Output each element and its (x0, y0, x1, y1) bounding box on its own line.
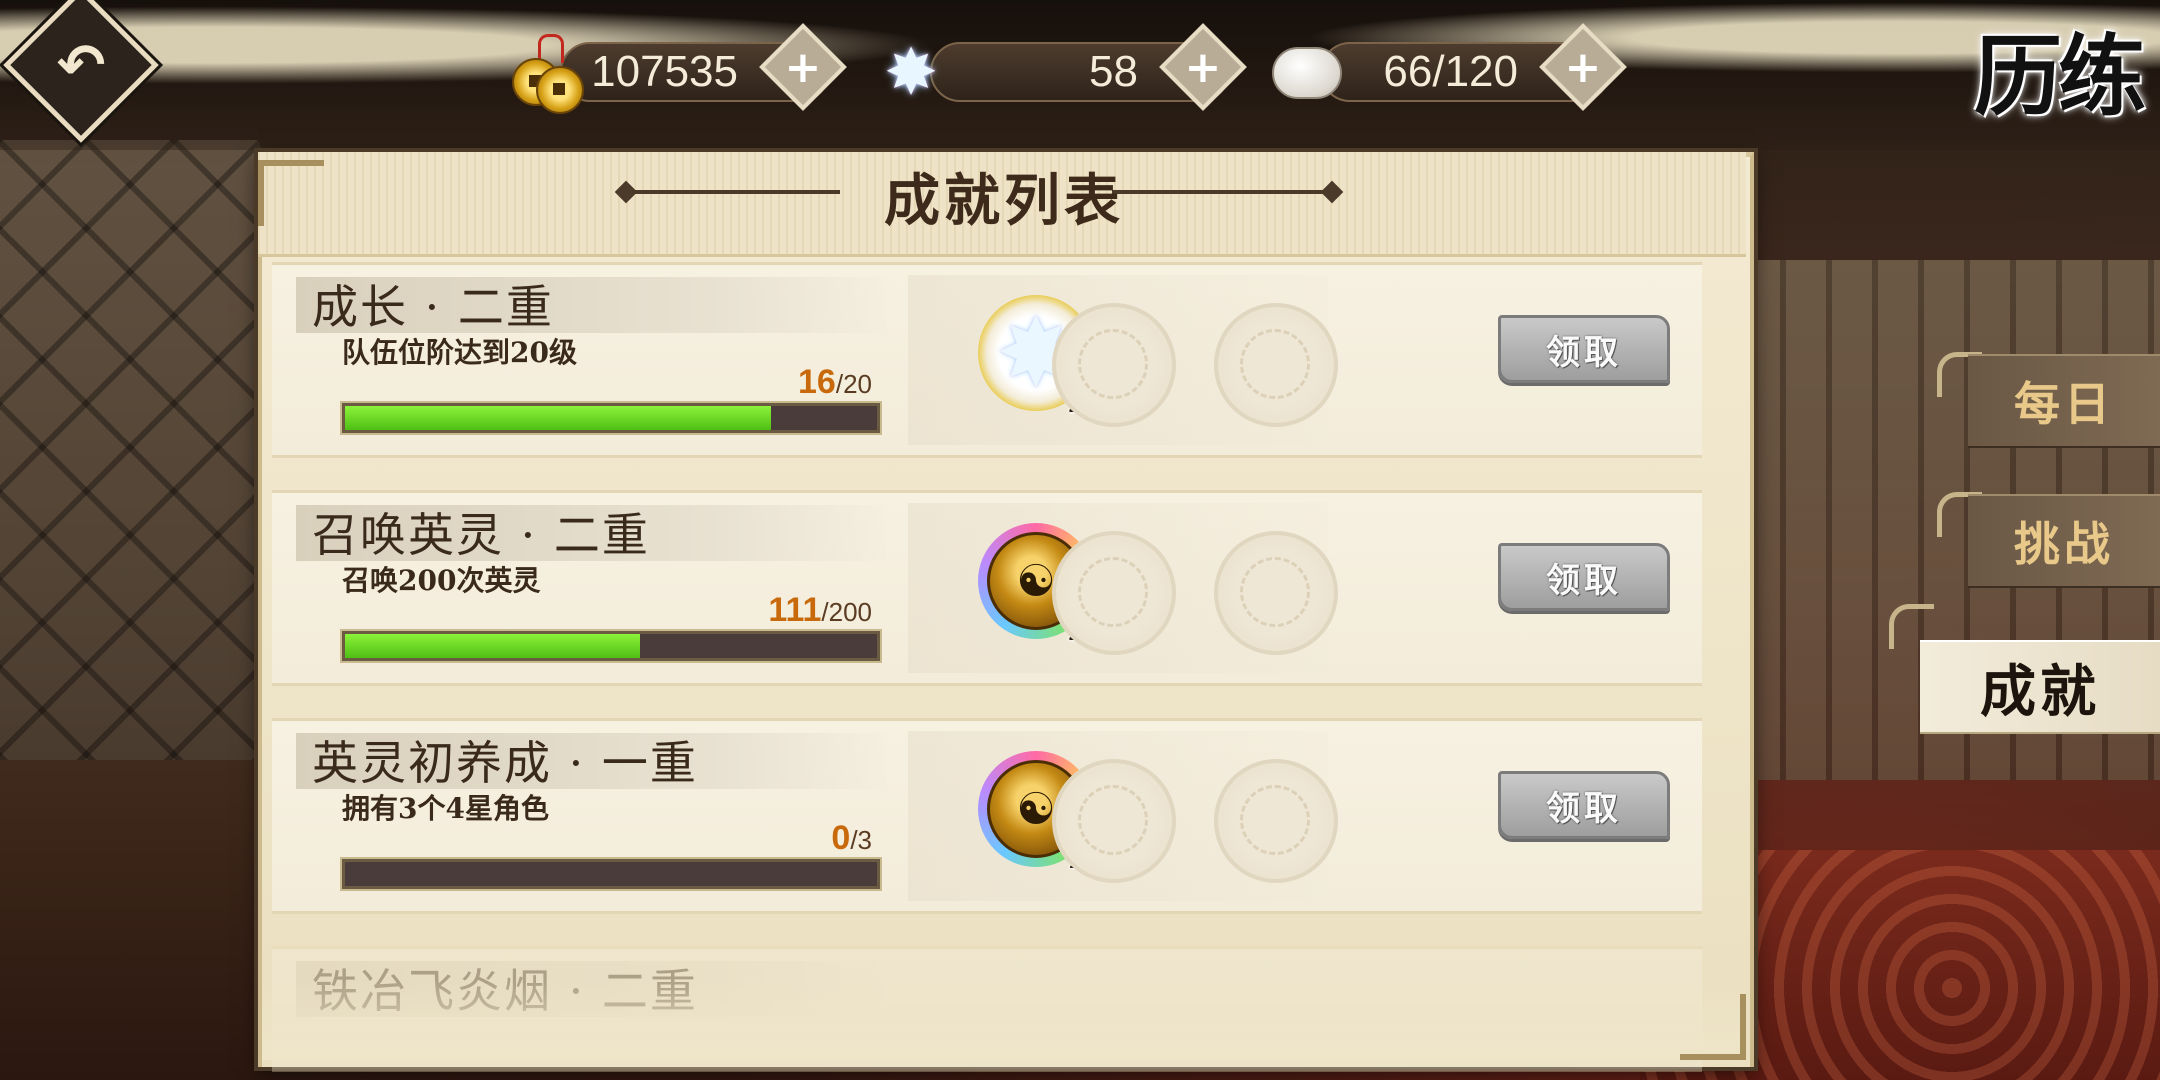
achievement-name: 召唤英灵 · 二重 (312, 508, 650, 562)
reward-slots: ✸ 20 (908, 275, 1338, 445)
coin-currency-bar: 107535 + (560, 23, 847, 111)
progress-max: /200 (821, 597, 872, 627)
progress-current: 111 (768, 591, 822, 629)
achievement-row: 英灵初养成 · 一重 拥有3个4星角色 0/3 ☯ 1 领取 (272, 718, 1702, 914)
page-title: 历练 (1973, 24, 2146, 128)
stamina-currency-bar: 66/120 + (1320, 23, 1627, 111)
reward-slots: ☯ 2 (908, 503, 1338, 673)
scroll-fade (262, 980, 1742, 1060)
empty-reward-slot (1214, 531, 1338, 655)
plus-icon: + (1564, 41, 1602, 93)
progress-bar (342, 403, 880, 433)
progress-fill (345, 406, 771, 430)
reward-slots: ☯ 1 (908, 731, 1338, 901)
progress-max: /3 (850, 825, 872, 855)
claim-button[interactable]: 领取 (1498, 543, 1670, 611)
progress-text: 16/20 (798, 363, 872, 402)
steamed-bun-icon (1268, 34, 1346, 112)
achievement-name: 英灵初养成 · 一重 (312, 736, 698, 790)
achievement-row: 成长 · 二重 队伍位阶达到20级 16/20 ✸ 20 领取 (272, 262, 1702, 458)
star-crystal-icon: ✸ (884, 36, 938, 110)
panel-corner-ornament (1680, 994, 1746, 1060)
progress-max: /20 (835, 369, 872, 399)
achievement-desc: 拥有3个4星角色 (342, 792, 549, 825)
achievement-desc: 召唤200次英灵 (342, 564, 541, 597)
back-arrow-icon: ↶ (56, 30, 106, 99)
plus-icon: + (784, 41, 822, 93)
progress-fill (345, 634, 641, 658)
progress-bar (342, 631, 880, 661)
progress-current: 16 (798, 363, 836, 401)
achievement-desc: 队伍位阶达到20级 (342, 336, 577, 369)
empty-reward-slot (1052, 531, 1176, 655)
empty-reward-slot (1052, 759, 1176, 883)
empty-reward-slot (1052, 303, 1176, 427)
claim-button[interactable]: 领取 (1498, 315, 1670, 383)
claim-button[interactable]: 领取 (1498, 771, 1670, 839)
panel-title: 成就列表 (884, 168, 1124, 234)
empty-reward-slot (1214, 759, 1338, 883)
coin-icon (508, 34, 586, 114)
progress-text: 0/3 (831, 819, 872, 858)
progress-current: 0 (831, 819, 851, 857)
achievement-row: 召唤英灵 · 二重 召唤200次英灵 111/200 ☯ 2 领取 (272, 490, 1702, 686)
tab-achievement[interactable]: 成就 (1920, 640, 2160, 734)
tab-challenge[interactable]: 挑战 (1968, 494, 2160, 588)
achievement-name: 成长 · 二重 (312, 280, 554, 334)
tab-daily[interactable]: 每日 (1968, 354, 2160, 448)
plus-icon: + (1184, 41, 1222, 93)
crystal-currency-bar: 58 + (930, 23, 1247, 111)
empty-reward-slot (1214, 303, 1338, 427)
progress-bar (342, 859, 880, 889)
progress-text: 111/200 (768, 591, 872, 630)
